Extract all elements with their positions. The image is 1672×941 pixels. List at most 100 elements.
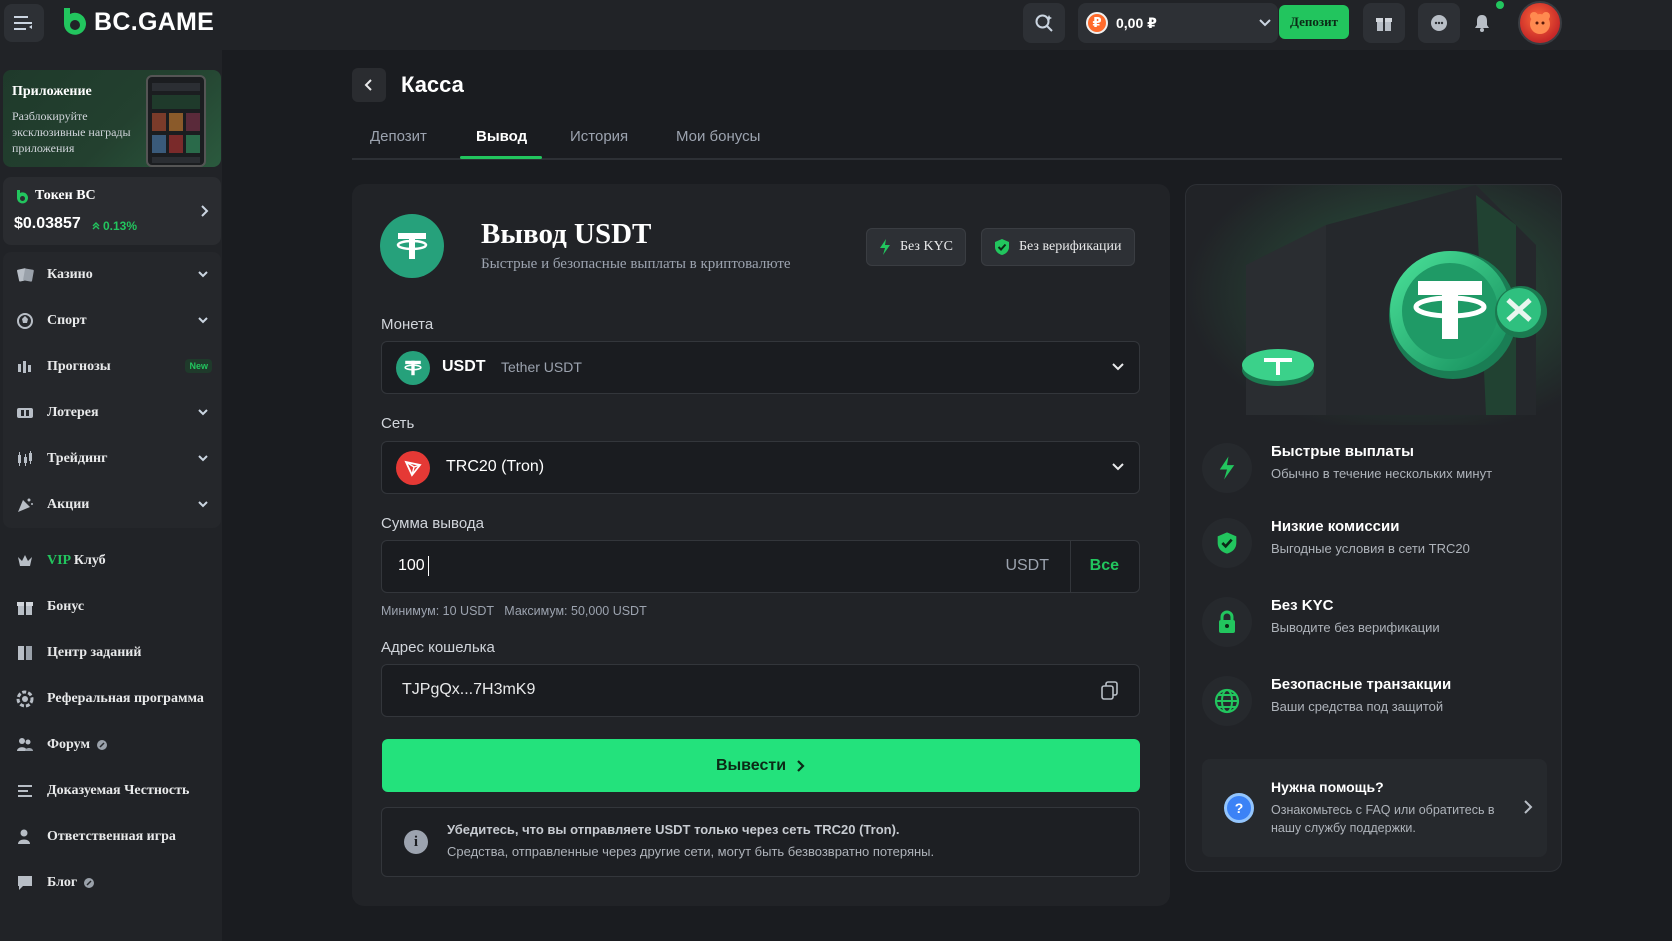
network-value: TRC20 (Tron) — [446, 458, 545, 475]
tab-deposit[interactable]: Депозит — [370, 128, 427, 145]
text-cursor — [428, 556, 429, 576]
chat-icon — [1431, 15, 1447, 31]
withdraw-panel: Вывод USDT Быстрые и безопасные выплаты … — [352, 184, 1170, 906]
amount-label: Сумма вывода — [381, 515, 484, 532]
no-kyc-badge: Без KYC — [866, 228, 967, 266]
deposit-button[interactable]: Депозит — [1279, 5, 1349, 39]
token-title: Токен BC — [35, 188, 96, 203]
sidebar-item-label: Центр заданий — [47, 645, 142, 660]
lightning-icon — [880, 239, 890, 255]
search-icon — [1035, 14, 1053, 32]
help-icon: ? — [1224, 793, 1254, 823]
amount-input[interactable]: 100 USDT Все — [381, 540, 1140, 593]
fairness-icon — [14, 780, 36, 802]
address-label: Адрес кошелька — [381, 639, 495, 656]
chevron-down-icon — [198, 501, 208, 508]
vip-icon — [14, 550, 36, 572]
usdt-coins-illustration — [1186, 185, 1561, 425]
no-verification-badge: Без верификации — [981, 228, 1135, 266]
tab-withdraw[interactable]: Вывод — [476, 128, 527, 145]
sidebar-item-label: Блог — [47, 875, 78, 890]
feature-subtitle: Выгодные условия в сети TRC20 — [1271, 541, 1470, 556]
sidebar-item-label: Спорт — [47, 313, 87, 328]
sidebar-item-casino[interactable]: Казино — [3, 252, 221, 298]
app-promo-banner[interactable]: Приложение Разблокируйте эксклюзивные на… — [3, 70, 221, 167]
sidebar-item-blog[interactable]: Блог — [3, 860, 221, 906]
sidebar-item-sport[interactable]: Спорт — [3, 298, 221, 344]
casino-icon — [14, 264, 36, 286]
lock-icon — [1202, 597, 1252, 647]
bell-icon — [1475, 15, 1489, 32]
bc-token-card[interactable]: Токен BC $0.03857 0.13% — [3, 177, 221, 245]
sidebar-item-label: Прогнозы — [47, 359, 111, 374]
balance-amount: 0,00 ₽ — [1116, 14, 1157, 31]
sidebar-item-lottery[interactable]: Лотерея — [3, 390, 221, 436]
sidebar-item-forum[interactable]: Форум — [3, 722, 221, 768]
globe-icon — [1202, 676, 1252, 726]
sidebar-item-bonus[interactable]: Бонус — [3, 584, 221, 630]
phone-preview-image — [146, 75, 206, 167]
menu-button[interactable] — [4, 4, 44, 42]
help-card[interactable]: ? Нужна помощь? Ознакомьтесь с FAQ или о… — [1202, 759, 1547, 857]
ruble-coin-icon: ₽ — [1086, 12, 1108, 34]
amount-unit: USDT — [1005, 557, 1049, 574]
badge-label: Без верификации — [1019, 239, 1122, 254]
feature-title: Безопасные транзакции — [1271, 676, 1452, 693]
responsible-icon — [14, 826, 36, 848]
search-button[interactable] — [1023, 3, 1065, 43]
chat-button[interactable] — [1418, 3, 1460, 43]
sidebar-item-responsible[interactable]: Ответственная игра — [3, 814, 221, 860]
blog-icon — [14, 872, 36, 894]
notification-dot — [1496, 1, 1504, 9]
page-title: Касса — [401, 72, 464, 97]
sport-icon — [14, 310, 36, 332]
user-avatar[interactable] — [1518, 1, 1562, 45]
arrow-up-icon — [92, 222, 100, 230]
brand-logo[interactable]: BC.GAME — [60, 6, 214, 38]
feature-title: Без KYC — [1271, 597, 1334, 614]
back-button[interactable] — [352, 68, 386, 102]
tab-my-bonuses[interactable]: Мои бонусы — [676, 128, 760, 145]
tasks-icon — [14, 642, 36, 664]
all-amount-button[interactable]: Все — [1090, 557, 1119, 575]
sidebar-item-vip[interactable]: VIP Клуб — [3, 538, 221, 584]
feature-subtitle: Обычно в течение нескольких минут — [1271, 466, 1493, 481]
sidebar-item-trading[interactable]: Трейдинг — [3, 436, 221, 482]
gift-icon — [1376, 18, 1392, 31]
coin-label: Монета — [381, 316, 434, 333]
withdraw-submit-button[interactable]: Вывести — [382, 739, 1140, 792]
sidebar-item-tasks[interactable]: Центр заданий — [3, 630, 221, 676]
sidebar-item-predictions[interactable]: Прогнозы New — [3, 344, 221, 390]
coin-select[interactable]: USDT Tether USDT — [381, 341, 1140, 394]
sidebar-item-referral[interactable]: Реферальная программа — [3, 676, 221, 722]
amount-limits: Минимум: 10 USDT Максимум: 50,000 USDT — [381, 604, 647, 618]
balance-selector[interactable]: ₽ 0,00 ₽ — [1078, 3, 1278, 43]
sidebar-item-label: Ответственная игра — [47, 829, 176, 844]
shield-check-icon — [995, 239, 1009, 255]
feature-title: Быстрые выплаты — [1271, 443, 1414, 460]
top-bar: BC.GAME ₽ 0,00 ₽ Депозит — [0, 0, 1672, 50]
tron-icon — [396, 451, 430, 485]
sidebar: Приложение Разблокируйте эксклюзивные на… — [0, 50, 222, 941]
chevron-right-icon — [201, 205, 209, 217]
promotions-icon — [14, 494, 36, 516]
sidebar-item-label: Доказуемая Честность — [47, 783, 190, 798]
tab-history[interactable]: История — [570, 128, 628, 145]
feature-title: Низкие комиссии — [1271, 518, 1400, 535]
wallet-address-input[interactable]: TJPgQx...7H3mK9 — [381, 664, 1140, 717]
network-select[interactable]: TRC20 (Tron) — [381, 441, 1140, 494]
copy-icon[interactable] — [1101, 681, 1119, 701]
shield-check-icon — [1202, 518, 1252, 568]
info-icon: i — [404, 830, 428, 854]
notifications-button[interactable] — [1461, 3, 1503, 43]
sidebar-item-label: Казино — [47, 267, 93, 282]
network-warning: i Убедитесь, что вы отправляете USDT тол… — [381, 807, 1140, 877]
sidebar-item-fairness[interactable]: Доказуемая Честность — [3, 768, 221, 814]
withdraw-subtitle: Быстрые и безопасные выплаты в криптовал… — [481, 256, 791, 272]
cashier-tabs: Депозит Вывод История Мои бонусы — [352, 118, 1562, 160]
predictions-icon — [14, 356, 36, 378]
sidebar-item-promotions[interactable]: Акции — [3, 482, 221, 528]
gift-button[interactable] — [1363, 3, 1405, 43]
divider — [1070, 541, 1071, 592]
warning-line-2: Средства, отправленные через другие сети… — [447, 844, 935, 859]
